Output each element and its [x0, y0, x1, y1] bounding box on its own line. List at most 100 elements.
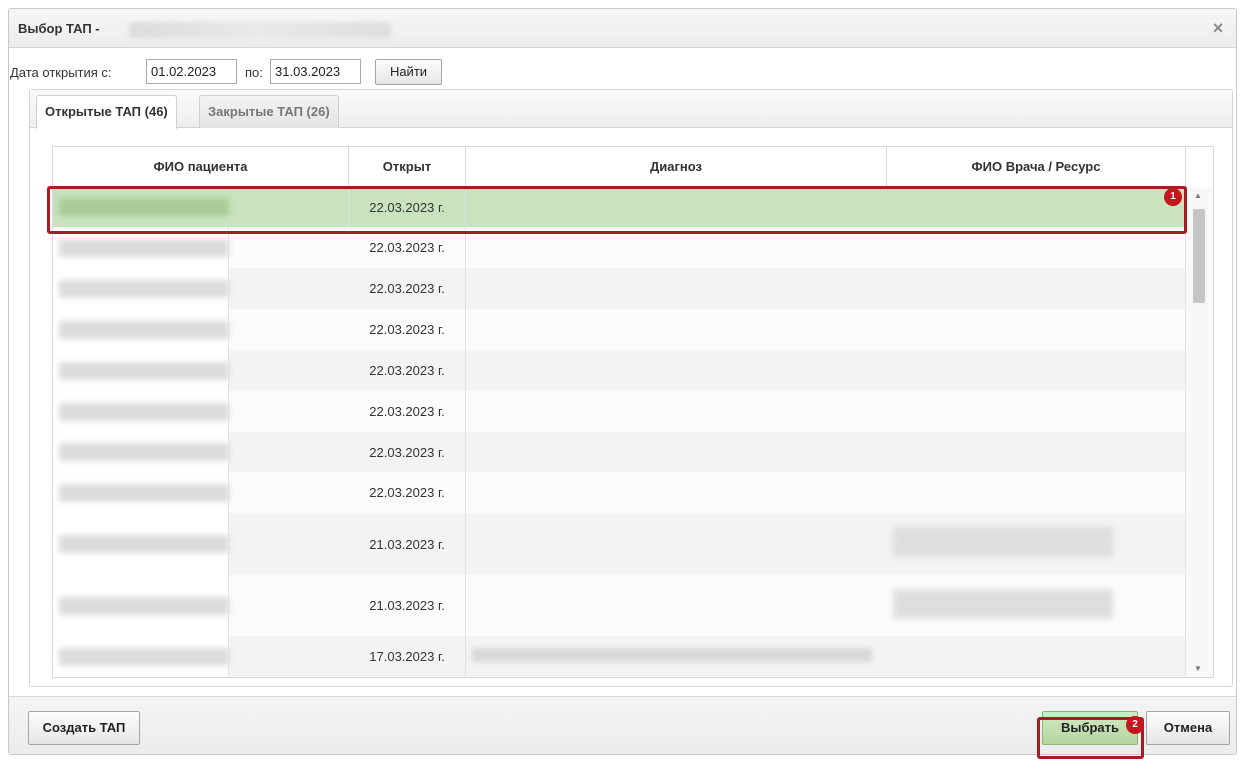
column-header-diagnosis[interactable]: Диагноз [466, 147, 887, 187]
date-from-input[interactable] [146, 59, 237, 84]
table-row[interactable]: 21.03.2023 г. [53, 513, 1186, 575]
patient-name-cell [53, 391, 229, 432]
table-row[interactable]: 22.03.2023 г. [53, 472, 1186, 513]
opened-date-cell: 21.03.2023 г. [349, 575, 466, 636]
diagnosis-cell [466, 268, 887, 309]
table-row[interactable]: 22.03.2023 г. [53, 268, 1186, 309]
scroll-thumb[interactable] [1193, 209, 1205, 303]
column-header-opened[interactable]: Открыт [349, 147, 466, 187]
diagnosis-cell [466, 391, 887, 432]
select-button[interactable]: Выбрать [1042, 711, 1138, 745]
column-header-doctor[interactable]: ФИО Врача / Ресурс [887, 147, 1186, 187]
diagnosis-cell [466, 575, 887, 636]
close-icon[interactable]: × [1208, 18, 1228, 38]
diagnosis-cell [466, 350, 887, 391]
diagnosis-cell [466, 513, 887, 575]
annotation-badge-1: 1 [1164, 188, 1182, 206]
table-header: ФИО пациента Открыт Диагноз ФИО Врача / … [53, 147, 1186, 187]
doctor-cell [887, 472, 1186, 513]
opened-date-cell: 17.03.2023 г. [349, 636, 466, 677]
diagnosis-cell [466, 309, 887, 350]
dialog-footer: Создать ТАП Выбрать Отмена [9, 696, 1236, 754]
patient-name-cell [53, 187, 349, 227]
opened-date-cell: 22.03.2023 г. [349, 472, 466, 513]
opened-date-cell: 22.03.2023 г. [349, 268, 466, 309]
redacted-patient-name [59, 596, 229, 615]
redacted-patient-name [59, 402, 229, 421]
redacted-patient-name [59, 320, 229, 339]
dialog-titlebar: Выбор ТАП - × [9, 9, 1236, 48]
table-row[interactable]: 22.03.2023 г. [53, 391, 1186, 432]
table-row[interactable]: 22.03.2023 г. [53, 187, 1186, 227]
scroll-down-icon[interactable]: ▼ [1194, 664, 1202, 673]
patient-name-cell [53, 350, 229, 391]
tab-closed-taps[interactable]: Закрытые ТАП (26) [199, 95, 339, 128]
search-button[interactable]: Найти [375, 59, 442, 85]
redacted-patient-name [59, 483, 229, 502]
annotation-badge-2: 2 [1126, 716, 1144, 734]
redacted-patient-name [59, 361, 229, 380]
redacted-doctor [893, 527, 1113, 557]
redacted-diagnosis [472, 648, 872, 662]
doctor-cell [887, 227, 1186, 268]
tabs-bar: Открытые ТАП (46) Закрытые ТАП (26) [30, 90, 1232, 129]
table-scrollbar[interactable]: ▲ ▼ [1185, 187, 1213, 677]
doctor-cell [887, 187, 1186, 227]
doctor-cell [887, 309, 1186, 350]
redacted-patient-name [59, 535, 229, 553]
opened-date-cell: 22.03.2023 г. [349, 350, 466, 391]
opened-date-cell: 22.03.2023 г. [349, 432, 466, 472]
redacted-patient-name [59, 238, 229, 257]
tap-tabs-panel: Открытые ТАП (46) Закрытые ТАП (26) ФИО … [29, 89, 1233, 687]
doctor-cell [887, 432, 1186, 472]
opened-date-cell: 22.03.2023 г. [349, 309, 466, 350]
table-row[interactable]: 17.03.2023 г. [53, 636, 1186, 677]
redacted-patient-name [59, 198, 229, 216]
date-filter-row: Дата открытия с: по: Найти [9, 59, 1236, 85]
table-row[interactable]: 22.03.2023 г. [53, 309, 1186, 350]
redacted-title-text [129, 22, 391, 38]
redacted-patient-name [59, 279, 229, 298]
create-tap-button[interactable]: Создать ТАП [28, 711, 140, 745]
table-row[interactable]: 22.03.2023 г. [53, 350, 1186, 391]
opened-date-cell: 22.03.2023 г. [349, 391, 466, 432]
doctor-cell [887, 268, 1186, 309]
opened-date-cell: 21.03.2023 г. [349, 513, 466, 575]
patient-name-cell [53, 575, 229, 636]
date-to-label: по: [245, 65, 263, 80]
date-to-input[interactable] [270, 59, 361, 84]
table-row[interactable]: 22.03.2023 г. [53, 227, 1186, 268]
scroll-up-icon[interactable]: ▲ [1194, 191, 1202, 200]
doctor-cell [887, 636, 1186, 677]
tab-open-taps[interactable]: Открытые ТАП (46) [36, 95, 177, 129]
opened-date-cell: 22.03.2023 г. [349, 227, 466, 268]
diagnosis-cell [466, 432, 887, 472]
tap-table: ФИО пациента Открыт Диагноз ФИО Врача / … [52, 146, 1214, 678]
diagnosis-cell [466, 227, 887, 268]
doctor-cell [887, 350, 1186, 391]
diagnosis-cell [466, 472, 887, 513]
doctor-cell [887, 575, 1186, 636]
doctor-cell [887, 391, 1186, 432]
patient-name-cell [53, 636, 229, 677]
patient-name-cell [53, 227, 229, 268]
patient-name-cell [53, 472, 229, 513]
opened-date-cell: 22.03.2023 г. [349, 187, 466, 227]
column-header-patient[interactable]: ФИО пациента [53, 147, 349, 187]
redacted-patient-name [59, 647, 229, 666]
redacted-doctor [893, 589, 1113, 619]
doctor-cell [887, 513, 1186, 575]
date-from-label: Дата открытия с: [10, 65, 112, 80]
patient-name-cell [53, 309, 229, 350]
table-row[interactable]: 21.03.2023 г. [53, 575, 1186, 636]
dialog-title: Выбор ТАП - [18, 21, 100, 36]
redacted-patient-name [59, 443, 229, 461]
diagnosis-cell [466, 636, 887, 677]
table-row[interactable]: 22.03.2023 г. [53, 432, 1186, 472]
patient-name-cell [53, 268, 229, 309]
patient-name-cell [53, 432, 229, 472]
diagnosis-cell [466, 187, 887, 227]
select-tap-dialog: Выбор ТАП - × Дата открытия с: по: Найти… [8, 8, 1237, 755]
cancel-button[interactable]: Отмена [1146, 711, 1230, 745]
patient-name-cell [53, 513, 229, 575]
